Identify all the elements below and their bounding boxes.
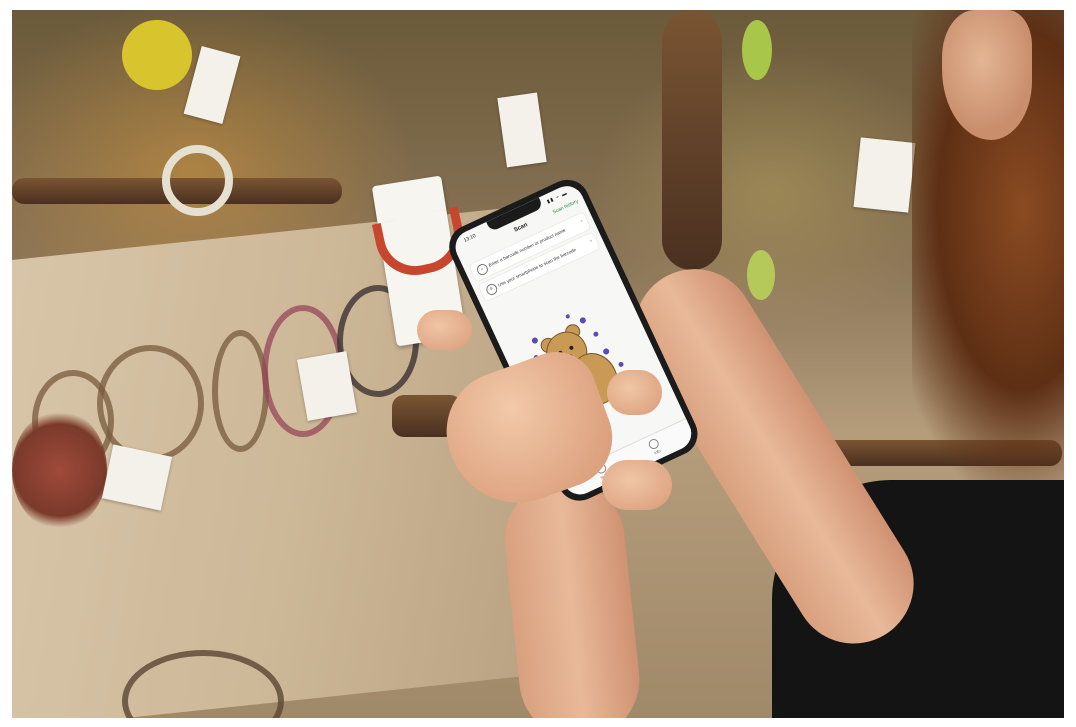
forearm-left (498, 474, 646, 718)
price-tag (853, 137, 916, 213)
price-tag (183, 46, 241, 124)
chevron-right-icon: › (589, 238, 594, 245)
tab-label: Info (653, 448, 662, 456)
tab-info[interactable]: Info (643, 435, 668, 458)
wooden-post (662, 10, 722, 270)
yellow-bead (122, 20, 192, 90)
green-bead (747, 250, 775, 300)
photo-scene: 13:10 ▮▮ ⌁ ▬ Scan Scan history ⌕ Enter a… (12, 10, 1064, 718)
bracelet (212, 330, 269, 452)
green-bead (742, 20, 772, 80)
hand-fingers (602, 460, 672, 510)
white-bead (162, 145, 233, 216)
hand-fingers (417, 310, 472, 350)
chevron-right-icon: › (579, 218, 585, 225)
hand-fingers (607, 370, 662, 415)
price-tag (296, 351, 358, 421)
flower-bunch (12, 410, 107, 530)
price-tag (497, 92, 547, 168)
